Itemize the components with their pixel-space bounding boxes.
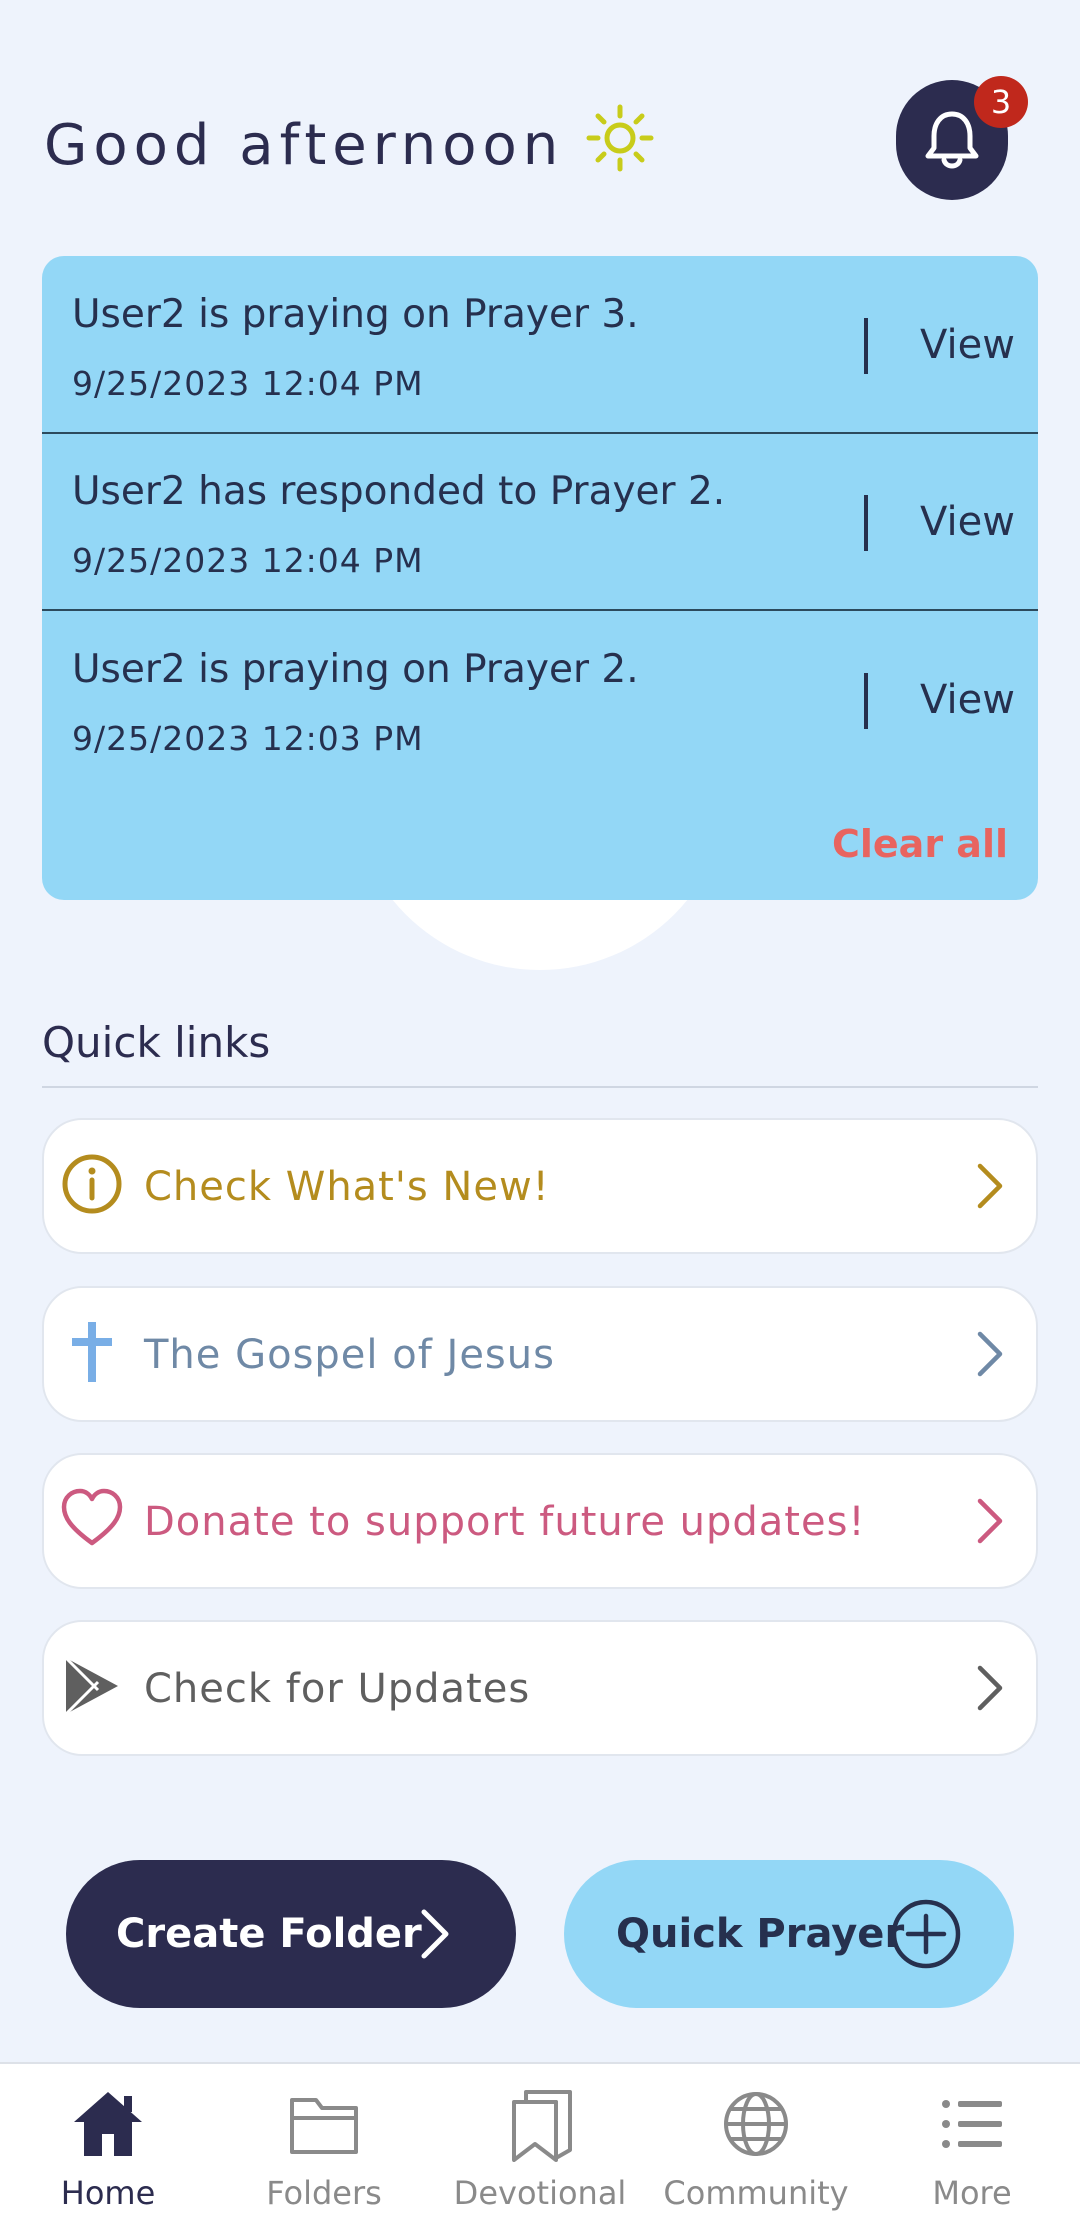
- quick-links-heading: Quick links: [42, 1018, 271, 1067]
- quick-link-label: The Gospel of Jesus: [144, 1332, 555, 1378]
- create-folder-label: Create Folder: [116, 1911, 422, 1957]
- divider: [864, 673, 868, 729]
- chevron-right-icon: [977, 1163, 1003, 1209]
- bookmark-book-icon: [512, 2090, 572, 2162]
- tab-folders[interactable]: Folders: [216, 2064, 432, 2226]
- notification-title: User2 is praying on Prayer 3.: [72, 292, 639, 337]
- quick-prayer-button[interactable]: Quick Prayer: [564, 1860, 1014, 2008]
- tab-label: Folders: [266, 2174, 382, 2212]
- quick-link-gospel[interactable]: The Gospel of Jesus: [42, 1286, 1038, 1422]
- quick-link-check-updates[interactable]: Check for Updates: [42, 1620, 1038, 1756]
- greeting-text: Good afternoon: [44, 112, 565, 178]
- notification-title: User2 is praying on Prayer 2.: [72, 647, 639, 692]
- tab-label: More: [932, 2174, 1012, 2212]
- tab-label: Devotional: [453, 2174, 627, 2212]
- notifications-panel: User2 is praying on Prayer 3. 9/25/2023 …: [42, 256, 1038, 900]
- notification-count-badge: 3: [974, 76, 1028, 128]
- bottom-tab-bar: Home Folders Devotional Community More: [0, 2062, 1080, 2226]
- quick-link-label: Check What's New!: [144, 1164, 550, 1210]
- info-icon: [62, 1154, 122, 1214]
- view-button[interactable]: View: [920, 499, 1015, 545]
- play-store-icon: [64, 1656, 118, 1716]
- chevron-right-icon: [977, 1665, 1003, 1711]
- view-button[interactable]: View: [920, 322, 1015, 368]
- notification-item: User2 has responded to Prayer 2. 9/25/20…: [42, 433, 1038, 611]
- chevron-right-icon: [977, 1498, 1003, 1544]
- chevron-right-icon: [421, 1909, 449, 1959]
- greeting-header: Good afternoon: [44, 104, 654, 186]
- notification-time: 9/25/2023 12:04 PM: [72, 541, 424, 580]
- create-folder-button[interactable]: Create Folder: [66, 1860, 516, 2008]
- notification-time: 9/25/2023 12:04 PM: [72, 364, 424, 403]
- heart-icon: [61, 1488, 123, 1546]
- chevron-right-icon: [977, 1331, 1003, 1377]
- folder-icon: [290, 2098, 358, 2154]
- cross-icon: [72, 1322, 112, 1382]
- divider: [42, 1086, 1038, 1088]
- tab-label: Community: [663, 2174, 849, 2212]
- divider: [864, 495, 868, 551]
- notification-title: User2 has responded to Prayer 2.: [72, 469, 726, 514]
- bell-icon: [925, 111, 979, 169]
- tab-more[interactable]: More: [864, 2064, 1080, 2226]
- divider: [864, 318, 868, 374]
- quick-link-whats-new[interactable]: Check What's New!: [42, 1118, 1038, 1254]
- tab-label: Home: [60, 2174, 156, 2212]
- globe-icon: [724, 2092, 788, 2156]
- tab-community[interactable]: Community: [648, 2064, 864, 2226]
- list-icon: [942, 2100, 1002, 2148]
- sun-icon: [586, 104, 654, 186]
- notification-item: User2 is praying on Prayer 3. 9/25/2023 …: [42, 256, 1038, 434]
- notification-item: User2 is praying on Prayer 2. 9/25/2023 …: [42, 611, 1038, 787]
- quick-prayer-label: Quick Prayer: [616, 1911, 905, 1957]
- tab-devotional[interactable]: Devotional: [432, 2064, 648, 2226]
- clear-all-button[interactable]: Clear all: [832, 822, 1008, 866]
- quick-link-label: Donate to support future updates!: [144, 1499, 866, 1545]
- home-icon: [74, 2092, 142, 2156]
- tab-home[interactable]: Home: [0, 2064, 216, 2226]
- notification-time: 9/25/2023 12:03 PM: [72, 719, 424, 758]
- view-button[interactable]: View: [920, 677, 1015, 723]
- quick-link-donate[interactable]: Donate to support future updates!: [42, 1453, 1038, 1589]
- add-circle-icon: [891, 1899, 961, 1969]
- quick-link-label: Check for Updates: [144, 1666, 531, 1712]
